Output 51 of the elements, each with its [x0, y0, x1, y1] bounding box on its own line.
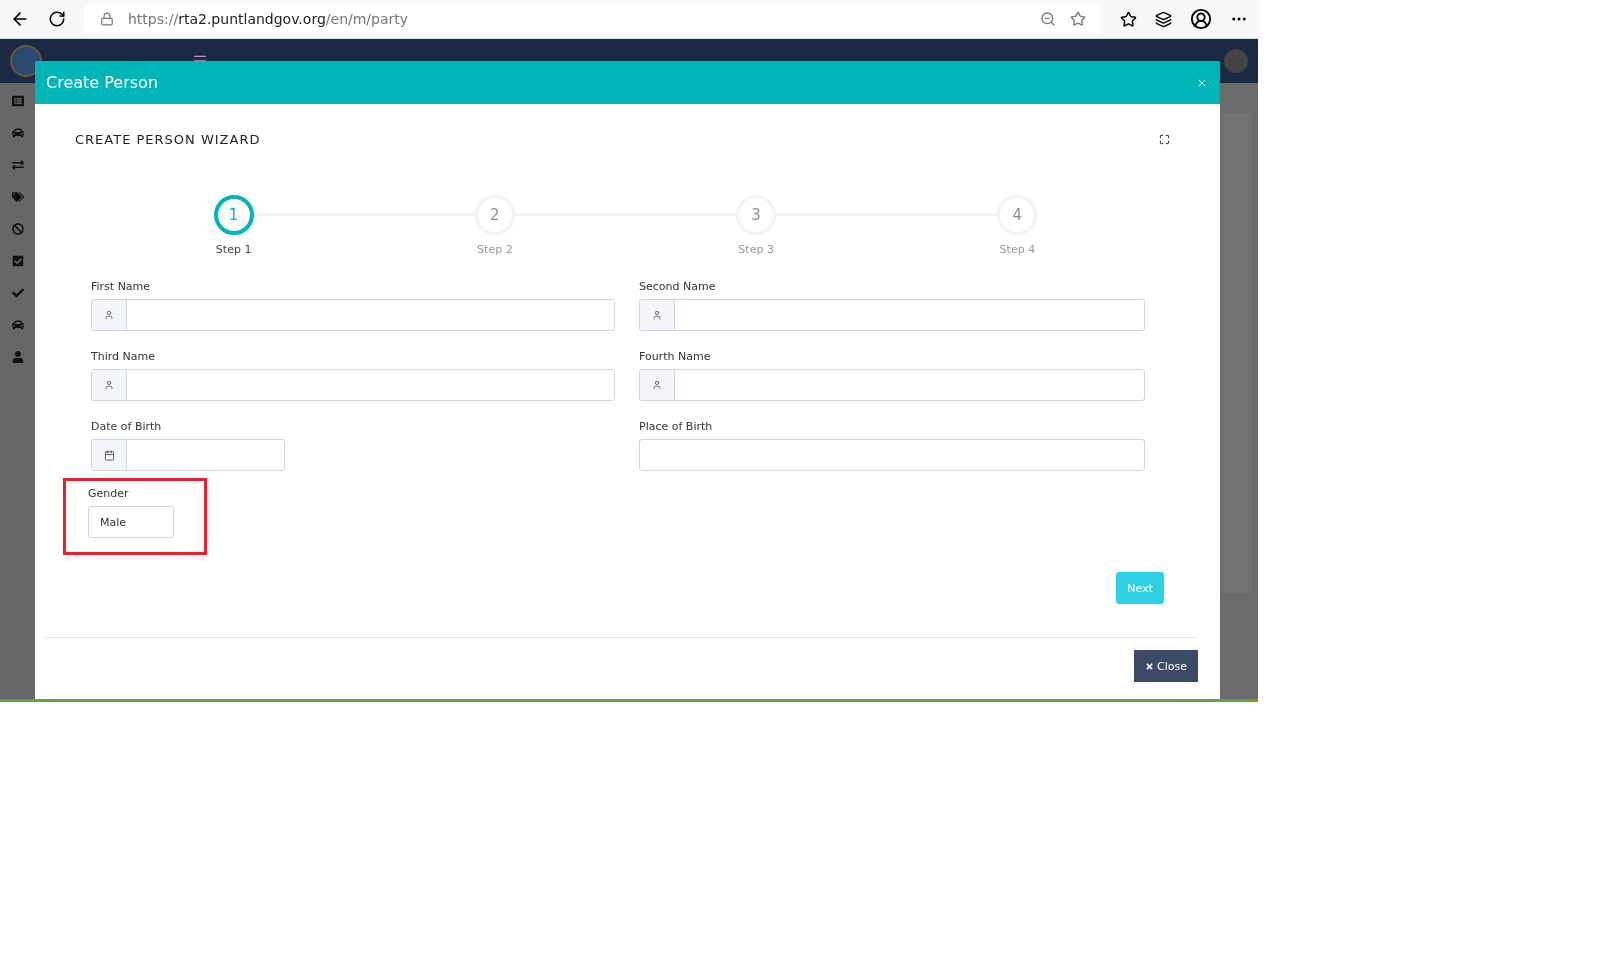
- field-label: Gender: [88, 487, 129, 500]
- person-icon: [104, 380, 114, 390]
- list-icon[interactable]: [12, 95, 24, 107]
- step-circle[interactable]: 3: [736, 195, 777, 235]
- checkbox-icon[interactable]: [12, 255, 24, 267]
- field-label: First Name: [91, 280, 151, 293]
- person-icon: [652, 380, 662, 390]
- text-input-field[interactable]: [91, 299, 615, 331]
- next-button[interactable]: Next: [1116, 572, 1164, 604]
- text-input-field[interactable]: [639, 439, 1145, 471]
- text-input-field[interactable]: [639, 299, 1145, 331]
- field-label: Place of Birth: [639, 420, 713, 433]
- close-icon: [1145, 661, 1154, 671]
- field-label: Date of Birth: [91, 420, 162, 433]
- calendar-icon: [103, 449, 115, 461]
- car-icon[interactable]: [12, 127, 24, 139]
- text-input-field[interactable]: [639, 369, 1145, 401]
- fullscreen-icon[interactable]: [1159, 134, 1170, 145]
- field-label: Third Name: [91, 350, 155, 363]
- step-circle[interactable]: 1: [213, 195, 254, 235]
- reload-icon[interactable]: [48, 10, 66, 28]
- star-icon[interactable]: [1070, 11, 1086, 27]
- step-circle[interactable]: 4: [997, 195, 1038, 235]
- modal-title: Create Person: [46, 73, 158, 92]
- check-icon[interactable]: [12, 287, 24, 299]
- gender-select[interactable]: Male: [88, 506, 174, 538]
- date-input-field[interactable]: [91, 439, 285, 471]
- collections-icon[interactable]: [1155, 10, 1172, 28]
- step-circle[interactable]: 2: [474, 195, 515, 235]
- zoom-out-icon[interactable]: [1040, 11, 1056, 27]
- close-button[interactable]: Close: [1134, 650, 1198, 682]
- wizard-title: CREATE PERSON WIZARD: [75, 132, 261, 147]
- user-icon[interactable]: [12, 351, 24, 363]
- field-label: Fourth Name: [639, 350, 711, 363]
- person-icon: [104, 310, 114, 320]
- step-label: Step 4: [999, 243, 1036, 256]
- arrows-icon[interactable]: [12, 159, 24, 171]
- step-label: Step 3: [738, 243, 774, 256]
- text-input-field[interactable]: [91, 369, 615, 401]
- step-label: Step 2: [477, 243, 513, 256]
- logo-icon: [10, 45, 42, 77]
- favorites-icon[interactable]: [1120, 10, 1137, 28]
- tags-icon[interactable]: [12, 191, 24, 203]
- car-icon[interactable]: [12, 319, 24, 331]
- person-icon: [652, 310, 662, 320]
- field-label: Second Name: [639, 280, 716, 293]
- profile-icon[interactable]: [1190, 8, 1212, 30]
- step-label: Step 1: [215, 243, 252, 256]
- ban-icon[interactable]: [12, 223, 24, 235]
- lock-icon: [100, 12, 114, 26]
- address-bar[interactable]: https://rta2.puntlandgov.org/en/m/party: [84, 4, 1102, 34]
